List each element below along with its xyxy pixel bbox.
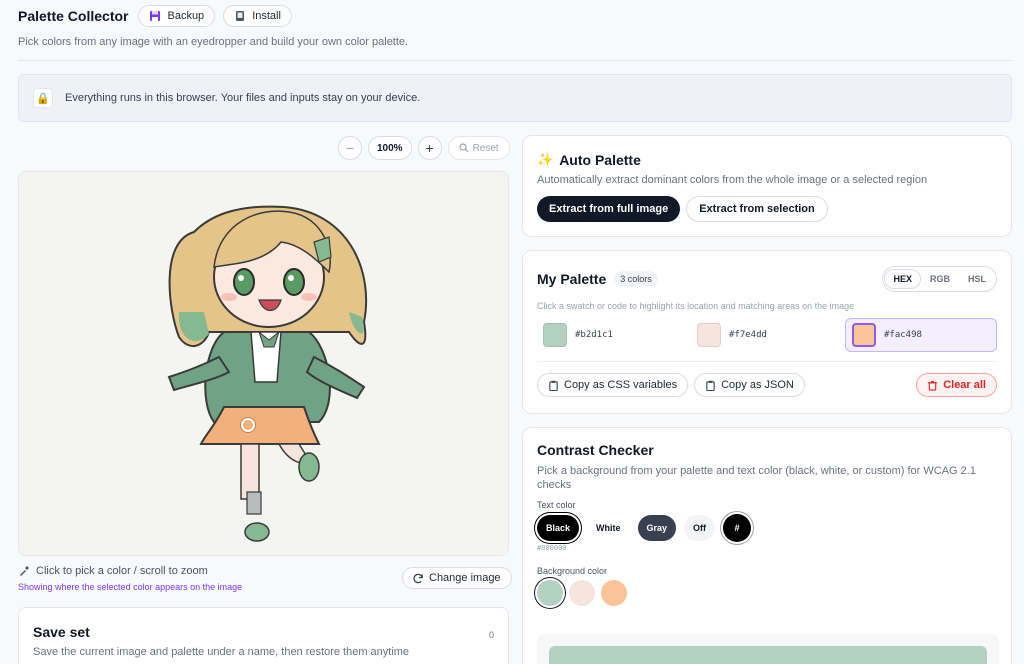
app-subtitle: Pick colors from any image with an eyedr… bbox=[18, 36, 409, 48]
text-color-label: Text color bbox=[537, 500, 576, 510]
sparkle-icon: ✨ bbox=[537, 152, 554, 167]
swatch-code[interactable]: #fac498 bbox=[884, 330, 922, 340]
save-set-subtitle: Save the current image and palette under… bbox=[33, 646, 410, 658]
background-options bbox=[537, 580, 997, 606]
pick-hint-text: Click to pick a color / scroll to zoom bbox=[36, 565, 208, 577]
install-icon bbox=[236, 11, 245, 21]
auto-palette-title: Auto Palette bbox=[559, 152, 641, 168]
eyedropper-icon bbox=[20, 566, 29, 576]
copy-css-label: Copy as CSS variables bbox=[564, 379, 678, 391]
text-color-hex: #000000 bbox=[537, 544, 567, 552]
auto-palette-heading: ✨ Auto Palette bbox=[537, 152, 997, 168]
copy-css-button[interactable]: Copy as CSS variables bbox=[537, 373, 689, 397]
trash-icon bbox=[928, 380, 938, 391]
background-color-label: Background color bbox=[537, 566, 608, 576]
clipboard-icon bbox=[706, 380, 715, 391]
zoom-controls: − 100% + Reset bbox=[338, 136, 510, 160]
backup-label: Backup bbox=[167, 10, 205, 22]
format-rgb[interactable]: RGB bbox=[922, 270, 958, 288]
lock-icon: 🔒 bbox=[33, 88, 53, 108]
auto-palette-card: ✨ Auto Palette Automatically extract dom… bbox=[522, 135, 1012, 237]
backup-button[interactable]: Backup bbox=[138, 5, 216, 27]
background-swatch[interactable] bbox=[601, 580, 627, 606]
highlight-hint: Showing where the selected color appears… bbox=[18, 582, 243, 592]
text-color-black[interactable]: Black bbox=[537, 515, 580, 541]
clear-all-label: Clear all bbox=[943, 379, 986, 391]
contrast-preview bbox=[549, 646, 987, 664]
text-color-gray[interactable]: Gray bbox=[637, 515, 677, 541]
zoom-in-button[interactable]: + bbox=[417, 136, 442, 160]
palette-divider bbox=[537, 361, 997, 362]
install-button[interactable]: Install bbox=[223, 5, 292, 27]
swatch-code[interactable]: #f7e4dd bbox=[729, 330, 767, 340]
magnifier-icon bbox=[458, 143, 469, 153]
swatch-list: #b2d1c1 #f7e4dd #fac498 bbox=[537, 318, 997, 352]
swatch-code[interactable]: #b2d1c1 bbox=[575, 330, 613, 340]
custom-color-picker[interactable]: # bbox=[723, 514, 752, 542]
clipboard-icon bbox=[549, 380, 558, 391]
format-toggle: HEX RGB HSL bbox=[882, 266, 997, 292]
zoom-out-button[interactable]: − bbox=[338, 136, 362, 160]
extract-full-button[interactable]: Extract from full image bbox=[537, 196, 681, 222]
background-swatch[interactable] bbox=[569, 580, 595, 606]
contrast-title: Contrast Checker bbox=[537, 442, 654, 458]
text-color-white[interactable]: White bbox=[587, 515, 630, 541]
zoom-level: 100% bbox=[368, 136, 412, 160]
palette-hint: Click a swatch or code to highlight its … bbox=[537, 301, 855, 311]
reset-zoom-button[interactable]: Reset bbox=[447, 136, 510, 160]
privacy-notice-text: Everything runs in this browser. Your fi… bbox=[65, 92, 421, 104]
install-label: Install bbox=[252, 10, 281, 22]
app-title: Palette Collector bbox=[18, 8, 129, 24]
swatch-item-selected[interactable]: #fac498 bbox=[845, 318, 997, 352]
text-color-options: Black White Gray Off # bbox=[537, 514, 997, 542]
format-hsl[interactable]: HSL bbox=[960, 270, 994, 288]
save-set-count: 0 bbox=[488, 630, 494, 640]
auto-palette-subtitle: Automatically extract dominant colors fr… bbox=[537, 174, 928, 186]
reset-label: Reset bbox=[472, 142, 499, 154]
image-canvas[interactable] bbox=[18, 171, 509, 556]
my-palette-card: My Palette 3 colors HEX RGB HSL Click a … bbox=[522, 250, 1012, 414]
copy-json-label: Copy as JSON bbox=[721, 379, 794, 391]
extract-selection-button[interactable]: Extract from selection bbox=[686, 196, 828, 222]
save-set-card: Save set Save the current image and pale… bbox=[18, 607, 509, 664]
text-color-off[interactable]: Off bbox=[684, 515, 716, 541]
pick-hint: Click to pick a color / scroll to zoom bbox=[18, 565, 208, 577]
color-count-badge: 3 colors bbox=[614, 271, 658, 287]
app-header: Palette Collector Backup Install bbox=[18, 4, 1012, 28]
save-set-title: Save set bbox=[33, 624, 90, 640]
my-palette-title: My Palette bbox=[537, 271, 607, 287]
clear-all-button[interactable]: Clear all bbox=[916, 373, 997, 397]
change-image-button[interactable]: Change image bbox=[402, 567, 512, 589]
copy-json-button[interactable]: Copy as JSON bbox=[694, 373, 805, 397]
background-swatch-selected[interactable] bbox=[537, 580, 563, 606]
preview-area bbox=[537, 634, 999, 664]
refresh-icon bbox=[413, 573, 423, 583]
character-illustration bbox=[19, 172, 508, 555]
header-divider bbox=[18, 60, 1012, 61]
contrast-checker-card: Contrast Checker Pick a background from … bbox=[522, 427, 1012, 664]
swatch-item[interactable]: #b2d1c1 bbox=[537, 318, 687, 352]
swatch-color[interactable] bbox=[852, 323, 876, 347]
contrast-subtitle: Pick a background from your palette and … bbox=[537, 465, 976, 491]
swatch-color[interactable] bbox=[697, 323, 721, 347]
privacy-notice: 🔒 Everything runs in this browser. Your … bbox=[18, 74, 1012, 122]
floppy-disk-icon bbox=[150, 11, 161, 21]
change-image-label: Change image bbox=[429, 572, 501, 584]
format-hex[interactable]: HEX bbox=[885, 270, 920, 288]
swatch-item[interactable]: #f7e4dd bbox=[691, 318, 841, 352]
swatch-color[interactable] bbox=[543, 323, 567, 347]
